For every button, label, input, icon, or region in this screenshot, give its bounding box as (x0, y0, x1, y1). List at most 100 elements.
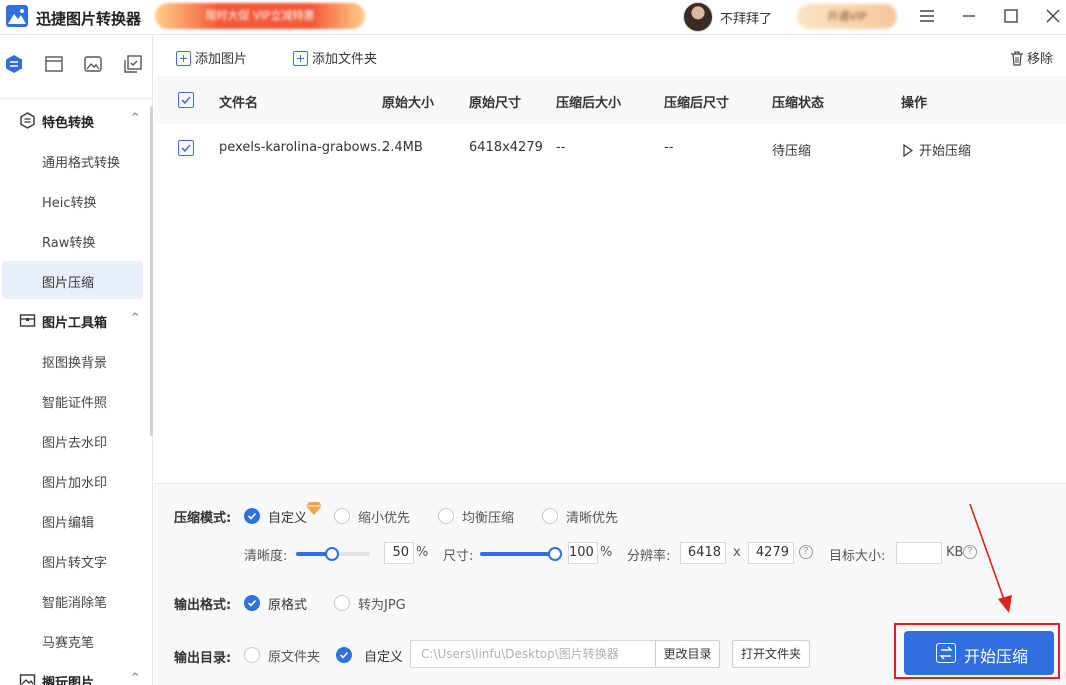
vip-button[interactable]: 开通VIP (797, 4, 897, 29)
target-size-label: 目标大小: (829, 549, 886, 564)
tool-tab-icon[interactable] (42, 52, 66, 76)
sidebar-item-edit[interactable]: 图片编辑 (2, 501, 143, 539)
col-new-size: 压缩后大小 (556, 96, 622, 111)
maximize-icon[interactable] (997, 4, 1025, 28)
sidebar-item-cutout[interactable]: 抠图换背景 (2, 341, 143, 379)
sidebar-item-compress[interactable]: 图片压缩 (2, 261, 143, 299)
table-row[interactable]: pexels-karolina-grabows... 2.4MB 6418x42… (154, 124, 1066, 172)
add-folder-label: 添加文件夹 (312, 52, 378, 67)
sidebar-divider (0, 98, 153, 99)
clarity-label: 清晰度: (244, 549, 288, 564)
vip-diamond-icon (306, 502, 322, 515)
sidebar-item-ocr[interactable]: 图片转文字 (2, 541, 143, 579)
plus-icon (176, 51, 191, 66)
section-play-image[interactable]: 搁玩图片 ^ (0, 662, 150, 685)
batch-tab-icon[interactable] (121, 52, 145, 76)
target-size-input[interactable] (896, 542, 942, 564)
add-image-button[interactable]: 添加图片 (176, 48, 248, 67)
format-label: 输出格式: (174, 598, 232, 613)
sidebar-item-label: 智能消除笔 (42, 596, 108, 611)
dir-custom-radio[interactable] (336, 647, 352, 663)
sidebar-item-mosaic[interactable]: 马赛克笔 (2, 621, 143, 659)
dir-label: 输出目录: (174, 651, 232, 666)
col-new-dim: 压缩后尺寸 (664, 96, 730, 111)
col-status: 压缩状态 (772, 96, 825, 111)
select-all-checkbox[interactable] (178, 92, 194, 108)
dir-original-radio[interactable] (244, 647, 260, 663)
section-label: 特色转换 (42, 116, 95, 131)
app-logo-icon (6, 5, 28, 27)
section-image-toolbox[interactable]: 图片工具箱 ^ (0, 302, 150, 338)
section-label: 图片工具箱 (42, 316, 108, 331)
mode-clarity-radio[interactable] (542, 508, 558, 524)
clarity-percent: % (416, 545, 429, 560)
size-percent: % (600, 545, 613, 560)
sidebar-item-raw[interactable]: Raw转换 (2, 221, 143, 259)
sidebar-item-label: 图片压缩 (42, 276, 95, 291)
format-original-label[interactable]: 原格式 (268, 594, 307, 613)
dir-custom-label[interactable]: 自定义 (364, 646, 403, 665)
help-icon[interactable]: ? (799, 545, 813, 559)
clarity-slider-knob[interactable] (325, 547, 339, 561)
format-jpg-label[interactable]: 转为JPG (358, 594, 406, 613)
start-compress-button[interactable]: 开始压缩 (904, 631, 1054, 675)
convert-tab-icon[interactable] (2, 52, 26, 76)
res-height-input[interactable]: 4279 (748, 542, 794, 564)
row-checkbox[interactable] (178, 140, 194, 156)
avatar[interactable] (683, 2, 713, 32)
mode-smaller-radio[interactable] (334, 508, 350, 524)
sidebar-item-add-watermark[interactable]: 图片加水印 (2, 461, 143, 499)
close-icon[interactable] (1039, 4, 1066, 28)
size-input[interactable]: 100 (568, 542, 598, 564)
resolution-label: 分辨率: (627, 549, 671, 564)
add-image-label: 添加图片 (195, 52, 248, 67)
mode-custom-radio[interactable] (244, 508, 260, 524)
mode-clarity-label[interactable]: 清晰优先 (566, 507, 618, 526)
cell-orig-dim: 6418x4279 (469, 140, 543, 155)
col-action: 操作 (901, 96, 928, 111)
remove-button[interactable]: 移除 (1010, 48, 1053, 67)
section-label: 搁玩图片 (42, 676, 95, 685)
menu-icon[interactable] (913, 4, 941, 28)
sidebar-item-label: 通用格式转换 (42, 156, 121, 171)
cell-orig-size: 2.4MB (382, 140, 423, 155)
res-width-input[interactable]: 6418 (680, 542, 726, 564)
sidebar-item-eraser[interactable]: 智能消除笔 (2, 581, 143, 619)
sidebar-item-label: 图片编辑 (42, 516, 95, 531)
image-tab-icon[interactable] (81, 52, 105, 76)
chevron-up-icon: ^ (131, 672, 140, 683)
chevron-up-icon: ^ (131, 312, 140, 323)
section-special-convert[interactable]: 特色转换 ^ (0, 102, 150, 138)
row-start-button[interactable]: 开始压缩 (903, 140, 971, 159)
format-original-radio[interactable] (244, 595, 260, 611)
format-jpg-radio[interactable] (334, 595, 350, 611)
promo-banner[interactable]: 限时大促 VIP立减特惠 (155, 3, 365, 29)
open-folder-button[interactable]: 打开文件夹 (732, 640, 810, 668)
res-x-label: x (733, 545, 741, 560)
start-compress-label: 开始压缩 (964, 647, 1029, 666)
dir-original-label[interactable]: 原文件夹 (268, 646, 320, 665)
sidebar-scrollbar[interactable] (150, 106, 153, 436)
swap-icon (936, 643, 956, 663)
dir-path-input[interactable]: C:\Users\linfu\Desktop\图片转换器 (410, 640, 656, 668)
chevron-up-icon: ^ (131, 112, 140, 123)
username[interactable]: 不拜拜了 (720, 8, 772, 27)
hexagon-icon (20, 112, 35, 129)
sidebar-item-heic[interactable]: Heic转换 (2, 181, 143, 219)
clarity-input[interactable]: 50 (384, 542, 414, 564)
mode-balanced-label[interactable]: 均衡压缩 (462, 507, 514, 526)
sidebar-item-label: 马赛克笔 (42, 636, 95, 651)
sidebar-item-remove-watermark[interactable]: 图片去水印 (2, 421, 143, 459)
mode-balanced-radio[interactable] (438, 508, 454, 524)
sidebar-item-id-photo[interactable]: 智能证件照 (2, 381, 143, 419)
mode-custom-label[interactable]: 自定义 (268, 507, 307, 526)
size-label: 尺寸: (443, 549, 474, 564)
sidebar-item-common-format[interactable]: 通用格式转换 (2, 141, 143, 179)
table-header: 文件名 原始大小 原始尺寸 压缩后大小 压缩后尺寸 压缩状态 操作 (154, 76, 1066, 124)
change-dir-button[interactable]: 更改目录 (655, 640, 720, 668)
minimize-icon[interactable] (955, 4, 983, 28)
size-slider-knob[interactable] (548, 547, 562, 561)
add-folder-button[interactable]: 添加文件夹 (293, 48, 378, 67)
mode-smaller-label[interactable]: 缩小优先 (358, 507, 410, 526)
folder-plus-icon (293, 51, 308, 66)
